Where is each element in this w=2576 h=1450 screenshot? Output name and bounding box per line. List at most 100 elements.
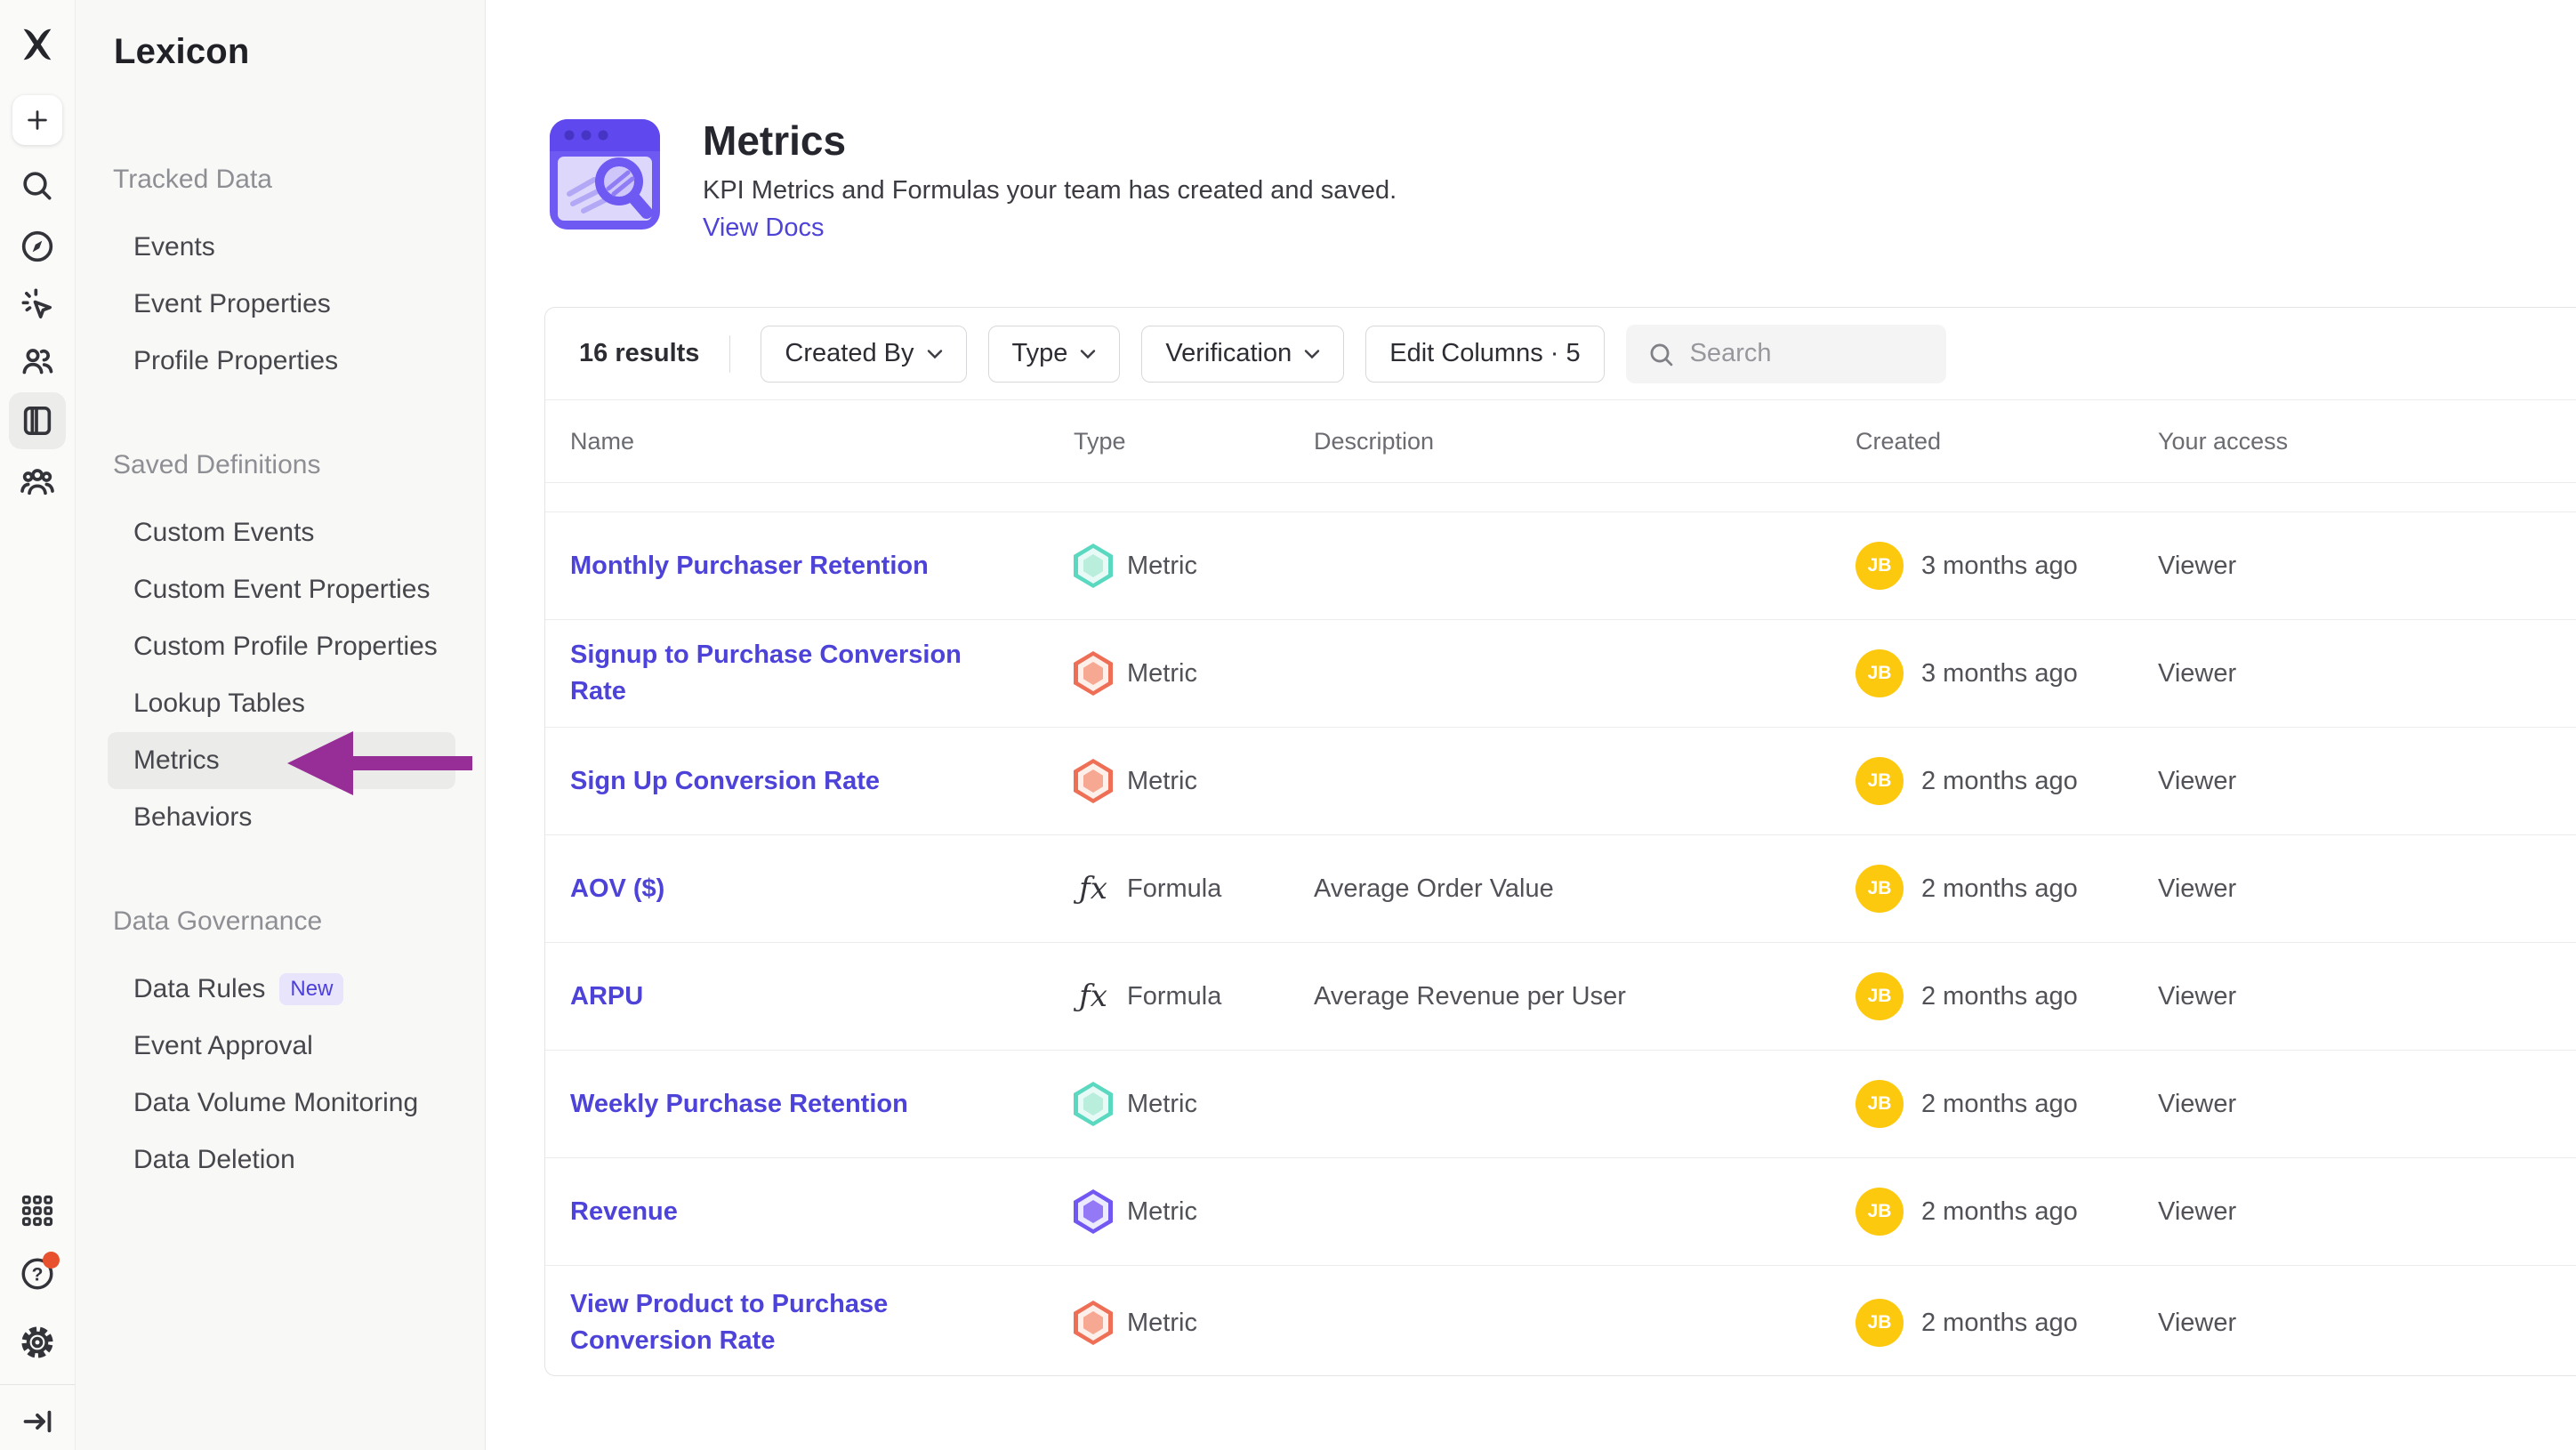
metric-name-link[interactable]: Revenue: [570, 1197, 678, 1226]
column-header-name: Name: [570, 428, 1074, 455]
sidebar-item-data-volume-monitoring[interactable]: Data Volume Monitoring: [108, 1075, 455, 1132]
access-cell: Viewer: [2158, 982, 2576, 1011]
avatar: JB: [1856, 865, 1904, 913]
table-row[interactable]: Monthly Purchaser Retention Metric JB3 m…: [545, 512, 2576, 620]
avatar: JB: [1856, 649, 1904, 697]
chevron-down-icon: [927, 349, 943, 359]
column-header-created: Created: [1856, 428, 2158, 455]
lexicon-screen: ? Lexicon Tracked Data Events Event Prop…: [0, 0, 2576, 1450]
formula-type-icon: [1074, 866, 1113, 911]
metrics-app-icon: [543, 112, 667, 237]
table-row[interactable]: ARPU Formula Average Revenue per User JB…: [545, 943, 2576, 1051]
table-row[interactable]: Revenue Metric JB2 months ago Viewer: [545, 1158, 2576, 1266]
access-cell: Viewer: [2158, 552, 2576, 581]
gear-icon[interactable]: [19, 1324, 56, 1361]
metric-name-link[interactable]: AOV ($): [570, 874, 664, 903]
metric-type-icon: [1074, 1189, 1113, 1234]
sidebar-item-profile-properties[interactable]: Profile Properties: [108, 333, 455, 390]
plus-icon: [25, 108, 50, 133]
formula-type-icon: [1074, 974, 1113, 1019]
table-header-row: Name Type Description Created Your acces…: [545, 400, 2576, 483]
avatar: JB: [1856, 1188, 1904, 1236]
metric-type-icon: [1074, 544, 1113, 588]
sidebar-item-event-approval[interactable]: Event Approval: [108, 1018, 455, 1075]
sidebar-item-data-rules[interactable]: Data Rules New: [108, 961, 455, 1018]
metric-name-link[interactable]: View Product to Purchase Conversion Rate: [570, 1290, 888, 1355]
created-by-filter[interactable]: Created By: [761, 326, 966, 383]
access-cell: Viewer: [2158, 1197, 2576, 1227]
search-nav-icon[interactable]: [20, 168, 55, 204]
access-cell: Viewer: [2158, 767, 2576, 796]
sidebar-item-events[interactable]: Events: [108, 219, 455, 276]
lexicon-book-icon[interactable]: [9, 392, 66, 449]
edit-columns-button[interactable]: Edit Columns · 5: [1365, 326, 1604, 383]
avatar: JB: [1856, 1299, 1904, 1347]
description-cell: Average Order Value: [1314, 874, 1856, 904]
sidebar-item-metrics[interactable]: Metrics: [108, 732, 455, 789]
sidebar-item-event-properties[interactable]: Event Properties: [108, 276, 455, 333]
metric-name-link[interactable]: ARPU: [570, 982, 643, 1011]
notification-dot: [43, 1252, 60, 1269]
page-description: KPI Metrics and Formulas your team has c…: [703, 173, 1397, 208]
sidebar-item-behaviors[interactable]: Behaviors: [108, 789, 455, 846]
table-row[interactable]: AOV ($) Formula Average Order Value JB2 …: [545, 835, 2576, 943]
column-header-your-access: Your access: [2158, 428, 2576, 455]
verification-filter[interactable]: Verification: [1141, 326, 1344, 383]
table-row[interactable]: Sign Up Conversion Rate Metric JB2 month…: [545, 728, 2576, 835]
avatar: JB: [1856, 972, 1904, 1020]
column-header-type: Type: [1074, 428, 1314, 455]
metric-name-link[interactable]: Signup to Purchase Conversion Rate: [570, 640, 962, 705]
metrics-table-card: 16 results Created By Type Verification …: [544, 307, 2576, 1376]
search-box: [1626, 325, 1920, 383]
sidebar-title: Lexicon: [114, 30, 485, 73]
clipped-scrolled-row: [545, 483, 2576, 512]
metric-name-link[interactable]: Monthly Purchaser Retention: [570, 552, 929, 580]
table-row[interactable]: Weekly Purchase Retention Metric JB2 mon…: [545, 1051, 2576, 1158]
sidebar-item-custom-events[interactable]: Custom Events: [108, 504, 455, 561]
cursor-click-icon[interactable]: [20, 286, 55, 322]
metric-type-icon: [1074, 651, 1113, 696]
main-content: Metrics KPI Metrics and Formulas your te…: [486, 0, 2576, 1450]
new-badge: New: [279, 973, 343, 1005]
section-header-data-governance: Data Governance: [76, 893, 485, 950]
create-new-button[interactable]: [12, 95, 62, 145]
metric-name-link[interactable]: Weekly Purchase Retention: [570, 1090, 908, 1118]
apps-grid-icon[interactable]: [20, 1193, 55, 1228]
mixpanel-logo[interactable]: [17, 24, 58, 65]
results-count: 16 results: [579, 339, 699, 368]
sidebar-item-custom-event-properties[interactable]: Custom Event Properties: [108, 561, 455, 618]
sidebar-item-lookup-tables[interactable]: Lookup Tables: [108, 675, 455, 732]
access-cell: Viewer: [2158, 659, 2576, 689]
section-header-saved-definitions: Saved Definitions: [76, 437, 485, 494]
view-docs-link[interactable]: View Docs: [703, 210, 824, 246]
lexicon-sidebar: Lexicon Tracked Data Events Event Proper…: [76, 0, 486, 1450]
metric-name-link[interactable]: Sign Up Conversion Rate: [570, 767, 880, 795]
table-row[interactable]: Signup to Purchase Conversion Rate Metri…: [545, 620, 2576, 728]
table-row[interactable]: View Product to Purchase Conversion Rate…: [545, 1266, 2576, 1376]
column-header-description: Description: [1314, 428, 1856, 455]
svg-text:?: ?: [32, 1264, 44, 1285]
access-cell: Viewer: [2158, 874, 2576, 904]
metric-type-icon: [1074, 1301, 1113, 1345]
avatar: JB: [1856, 542, 1904, 590]
avatar: JB: [1856, 757, 1904, 805]
type-filter[interactable]: Type: [988, 326, 1121, 383]
users-icon[interactable]: [20, 343, 55, 379]
help-icon[interactable]: ?: [19, 1255, 56, 1293]
team-icon[interactable]: [20, 463, 55, 499]
icon-rail: ?: [0, 0, 76, 1450]
compass-icon[interactable]: [20, 229, 55, 264]
chevron-down-icon: [1080, 349, 1096, 359]
rail-divider: [0, 1384, 75, 1385]
access-cell: Viewer: [2158, 1309, 2576, 1338]
access-cell: Viewer: [2158, 1090, 2576, 1119]
sign-in-icon[interactable]: [20, 1405, 54, 1438]
page-header: Metrics KPI Metrics and Formulas your te…: [543, 112, 1397, 246]
search-icon: [1647, 341, 1676, 369]
page-title: Metrics: [703, 116, 1397, 165]
sidebar-item-custom-profile-properties[interactable]: Custom Profile Properties: [108, 618, 455, 675]
sidebar-item-data-deletion[interactable]: Data Deletion: [108, 1132, 455, 1188]
avatar: JB: [1856, 1080, 1904, 1128]
toolbar-divider: [729, 335, 730, 373]
metric-type-icon: [1074, 1082, 1113, 1126]
